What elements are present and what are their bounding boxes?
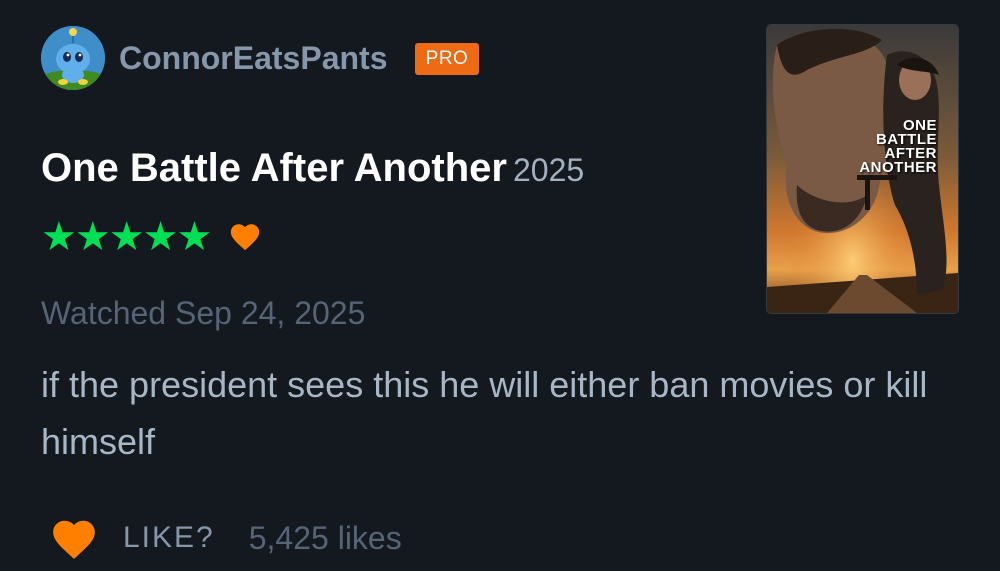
username[interactable]: ConnorEatsPants xyxy=(119,38,387,78)
avatar[interactable] xyxy=(41,26,105,90)
chao-avatar-icon xyxy=(41,26,105,90)
liked-heart-icon xyxy=(228,220,262,254)
film-title[interactable]: One Battle After Another xyxy=(41,146,507,190)
film-heading: One Battle After Another 2025 xyxy=(41,142,584,203)
review-text: if the president sees this he will eithe… xyxy=(41,364,928,462)
likes-count[interactable]: 5,425 likes xyxy=(249,520,402,557)
rating-row: ★★★★★ xyxy=(41,217,262,257)
watched-date: Watched Sep 24, 2025 xyxy=(41,295,366,331)
like-button[interactable]: LIKE? xyxy=(123,521,215,555)
film-year[interactable]: 2025 xyxy=(513,152,584,188)
star-rating: ★★★★★ xyxy=(41,215,212,259)
film-poster[interactable]: ONE BATTLE AFTER ANOTHER xyxy=(767,25,958,313)
pro-badge: PRO xyxy=(415,43,479,75)
poster-title-text: ONE BATTLE AFTER ANOTHER xyxy=(859,117,937,176)
like-row: LIKE? 5,425 likes xyxy=(49,515,402,561)
like-heart-icon[interactable] xyxy=(49,516,99,560)
